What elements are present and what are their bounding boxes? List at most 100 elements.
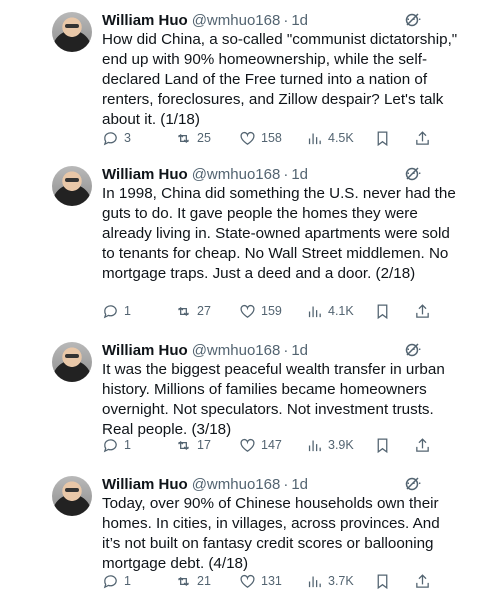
like-count: 158: [261, 131, 282, 145]
share-button[interactable]: [414, 300, 436, 322]
reply-icon: [103, 304, 117, 318]
like-count: 159: [261, 304, 282, 318]
share-icon: [416, 130, 429, 145]
author-handle[interactable]: @wmhuo168: [192, 476, 281, 493]
share-icon: [416, 437, 429, 452]
author-handle[interactable]: @wmhuo168: [192, 166, 281, 183]
author-name[interactable]: William Huo: [102, 12, 188, 29]
views-button[interactable]: 4.1K: [306, 300, 354, 322]
like-icon: [240, 131, 255, 145]
avatar[interactable]: [52, 166, 92, 206]
timestamp[interactable]: 1d: [291, 12, 308, 29]
like-button[interactable]: 147: [239, 434, 282, 456]
author-name[interactable]: William Huo: [102, 342, 188, 359]
like-icon: [240, 304, 255, 318]
bookmark-button[interactable]: [374, 434, 396, 456]
views-button[interactable]: 3.7K: [306, 570, 354, 592]
views-icon: [308, 306, 321, 317]
share-icon: [416, 573, 429, 588]
views-count: 4.1K: [328, 304, 354, 318]
retweet-button[interactable]: 27: [175, 300, 211, 322]
separator: ·: [283, 475, 289, 493]
share-button[interactable]: [414, 434, 436, 456]
separator: ·: [283, 165, 289, 183]
author-name[interactable]: William Huo: [102, 166, 188, 183]
bookmark-icon: [377, 437, 388, 453]
separator: ·: [283, 11, 289, 29]
views-icon: [308, 133, 321, 144]
tweet-text: In 1998, China did something the U.S. ne…: [102, 185, 456, 282]
retweet-button[interactable]: 21: [175, 570, 211, 592]
retweet-icon: [178, 576, 189, 586]
reply-button[interactable]: 1: [102, 300, 131, 322]
bookmark-button[interactable]: [374, 127, 396, 149]
like-button[interactable]: 158: [239, 127, 282, 149]
tweet[interactable]: William Huo @wmhuo168 · 1d ··· It was th…: [0, 330, 480, 480]
tweet[interactable]: William Huo @wmhuo168 · 1d ··· How did C…: [0, 0, 480, 150]
avatar[interactable]: [52, 12, 92, 52]
bookmark-icon: [377, 573, 388, 589]
avatar[interactable]: [52, 342, 92, 382]
retweet-icon: [178, 306, 189, 316]
retweet-count: 17: [197, 438, 211, 452]
like-button[interactable]: 159: [239, 300, 282, 322]
views-count: 3.9K: [328, 438, 354, 452]
retweet-icon: [178, 133, 189, 143]
retweet-count: 27: [197, 304, 211, 318]
like-button[interactable]: 131: [239, 570, 282, 592]
reply-button[interactable]: 1: [102, 434, 131, 456]
more-icon[interactable]: ···: [406, 474, 428, 490]
like-count: 147: [261, 438, 282, 452]
retweet-count: 21: [197, 574, 211, 588]
more-icon[interactable]: ···: [406, 10, 428, 26]
retweet-button[interactable]: 25: [175, 127, 211, 149]
reply-icon: [103, 574, 117, 588]
tweet[interactable]: William Huo @wmhuo168 · 1d ··· Today, ov…: [0, 464, 480, 600]
retweet-button[interactable]: 17: [175, 434, 211, 456]
reply-count: 1: [124, 438, 131, 452]
share-icon: [416, 303, 429, 318]
more-icon[interactable]: ···: [406, 340, 428, 356]
tweet-text: Today, over 90% of Chinese households ow…: [102, 495, 440, 572]
author-handle[interactable]: @wmhuo168: [192, 12, 281, 29]
action-bar: 1 21 131 3.7K: [96, 570, 436, 592]
like-icon: [240, 574, 255, 588]
like-icon: [240, 438, 255, 452]
like-count: 131: [261, 574, 282, 588]
reply-button[interactable]: 3: [102, 127, 131, 149]
reply-count: 1: [124, 574, 131, 588]
share-button[interactable]: [414, 570, 436, 592]
tweet-text: It was the biggest peaceful wealth trans…: [102, 361, 445, 438]
tweet-text: How did China, a so-called "communist di…: [102, 31, 458, 128]
reply-count: 3: [124, 131, 131, 145]
views-icon: [308, 576, 321, 587]
share-button[interactable]: [414, 127, 436, 149]
views-button[interactable]: 4.5K: [306, 127, 354, 149]
retweet-icon: [178, 440, 189, 450]
views-button[interactable]: 3.9K: [306, 434, 354, 456]
author-name[interactable]: William Huo: [102, 476, 188, 493]
action-bar: 3 25 158 4.5K: [96, 127, 436, 149]
views-count: 3.7K: [328, 574, 354, 588]
views-count: 4.5K: [328, 131, 354, 145]
bookmark-icon: [377, 130, 388, 146]
action-bar: 1 17 147 3.9K: [96, 434, 436, 456]
more-icon[interactable]: ···: [406, 164, 428, 180]
retweet-count: 25: [197, 131, 211, 145]
reply-icon: [103, 131, 117, 145]
reply-button[interactable]: 1: [102, 570, 131, 592]
timestamp[interactable]: 1d: [291, 342, 308, 359]
avatar[interactable]: [52, 476, 92, 516]
tweet[interactable]: William Huo @wmhuo168 · 1d ··· In 1998, …: [0, 154, 480, 319]
reply-count: 1: [124, 304, 131, 318]
timestamp[interactable]: 1d: [291, 476, 308, 493]
separator: ·: [283, 341, 289, 359]
timestamp[interactable]: 1d: [291, 166, 308, 183]
bookmark-button[interactable]: [374, 300, 396, 322]
bookmark-icon: [377, 303, 388, 319]
action-bar: 1 27 159 4.1K: [96, 300, 436, 322]
views-icon: [308, 440, 321, 451]
reply-icon: [103, 438, 117, 452]
bookmark-button[interactable]: [374, 570, 396, 592]
author-handle[interactable]: @wmhuo168: [192, 342, 281, 359]
